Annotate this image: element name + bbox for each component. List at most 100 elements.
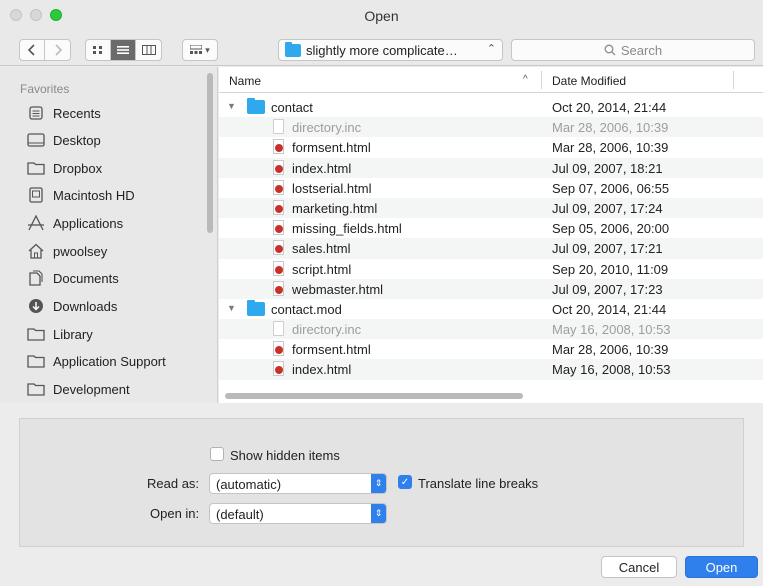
disclosure-open-icon[interactable]: ▼ (227, 303, 236, 313)
html-file-icon (273, 361, 284, 377)
html-file-icon (273, 159, 284, 175)
desktop-icon (27, 132, 45, 148)
file-row[interactable]: marketing.html Jul 09, 2007, 17:24 (219, 197, 763, 219)
file-row[interactable]: formsent.html Mar 28, 2006, 10:39 (219, 137, 763, 157)
file-name: sales.html (292, 241, 351, 257)
recents-icon (27, 105, 45, 121)
file-row[interactable]: directory.inc May 16, 2008, 10:53 (219, 319, 763, 340)
documents-icon (27, 270, 45, 286)
search-placeholder: Search (620, 42, 663, 58)
file-row[interactable]: directory.inc Mar 28, 2006, 10:39 (219, 117, 763, 138)
open-button[interactable]: Open (685, 556, 758, 578)
list-header: Name ^ Date Modified (219, 67, 763, 93)
grid-icon (93, 46, 102, 54)
file-row[interactable]: lostserial.html Sep 07, 2006, 06:55 (219, 178, 763, 198)
file-row[interactable]: sales.html Jul 09, 2007, 17:21 (219, 238, 763, 259)
sidebar-item-pwoolsey[interactable]: pwoolsey (27, 239, 107, 263)
open-in-select[interactable]: (default) ⇕ (209, 503, 387, 524)
search-field[interactable]: Search (511, 39, 755, 61)
icon-view-button[interactable] (86, 40, 111, 60)
column-divider[interactable] (541, 71, 542, 89)
view-mode-control (85, 39, 162, 61)
folder-icon (27, 326, 45, 342)
sidebar-item-dropbox[interactable]: Dropbox (27, 156, 102, 180)
file-name: formsent.html (292, 342, 371, 358)
sidebar-item-application-support[interactable]: Application Support (27, 349, 166, 373)
horizontal-scrollbar[interactable] (225, 393, 523, 399)
sidebar-item-applications[interactable]: Applications (27, 211, 123, 235)
column-view-button[interactable] (136, 40, 161, 60)
sidebar-item-label: Downloads (53, 298, 118, 314)
folder-icon (27, 353, 45, 369)
file-row[interactable]: formsent.html Mar 28, 2006, 10:39 (219, 339, 763, 359)
downloads-icon (27, 298, 45, 314)
sidebar-item-development[interactable]: Development (27, 377, 130, 401)
file-name: lostserial.html (292, 180, 372, 196)
updown-chevron-icon: ⌃ (486, 43, 496, 55)
file-row[interactable]: script.html Sep 20, 2010, 11:09 (219, 259, 763, 279)
toolbar: ▾ slightly more complicate… ⌃ Search (0, 34, 763, 66)
folder-row-contact[interactable]: ▼ contact Oct 20, 2014, 21:44 (219, 97, 763, 117)
name-column-header[interactable]: Name (229, 74, 261, 88)
html-file-icon (273, 199, 284, 215)
location-popup[interactable]: slightly more complicate… ⌃ (278, 39, 503, 61)
file-name: directory.inc (292, 120, 362, 136)
file-name: formsent.html (292, 140, 371, 156)
chevron-right-icon (54, 44, 62, 56)
read-as-select[interactable]: (automatic) ⇕ (209, 473, 387, 494)
folder-icon (247, 98, 265, 114)
column-divider[interactable] (733, 71, 734, 89)
folder-row-contact-mod[interactable]: ▼ contact.mod Oct 20, 2014, 21:44 (219, 299, 763, 319)
sidebar-item-documents[interactable]: Documents (27, 266, 119, 290)
sidebar-scrollbar[interactable] (207, 73, 213, 233)
document-icon (273, 119, 284, 135)
file-date: May 16, 2008, 10:53 (552, 322, 671, 338)
file-name: index.html (292, 362, 352, 378)
file-date: Sep 05, 2006, 20:00 (552, 221, 670, 237)
sidebar-item-recents[interactable]: Recents (27, 101, 101, 125)
date-column-header[interactable]: Date Modified (552, 74, 626, 88)
html-file-icon (273, 240, 284, 256)
file-list: Name ^ Date Modified ▼ contact Oct 20, 2… (219, 67, 763, 403)
folder-icon (27, 381, 45, 397)
file-rows: ▼ contact Oct 20, 2014, 21:44 directory.… (219, 97, 763, 380)
file-row[interactable]: webmaster.html Jul 09, 2007, 17:23 (219, 278, 763, 299)
sidebar-item-label: Macintosh HD (53, 187, 135, 203)
sidebar-item-macintosh-hd[interactable]: Macintosh HD (27, 183, 135, 207)
sidebar-item-label: Applications (53, 215, 124, 231)
show-hidden-checkbox[interactable] (210, 447, 224, 461)
sidebar-item-label: Development (53, 381, 130, 397)
sidebar-item-label: Documents (53, 270, 119, 286)
gallery-icon (190, 45, 203, 54)
open-in-label: Open in: (150, 506, 200, 521)
file-row[interactable]: index.html May 16, 2008, 10:53 (219, 359, 763, 380)
file-date: Sep 07, 2006, 06:55 (552, 180, 670, 196)
favorites-heading: Favorites (20, 82, 70, 96)
sidebar-item-library[interactable]: Library (27, 322, 93, 346)
title-bar: Open (0, 0, 763, 34)
forward-button[interactable] (45, 40, 70, 60)
sidebar-item-desktop[interactable]: Desktop (27, 128, 101, 152)
updown-chevron-icon: ⇕ (371, 474, 386, 493)
applications-icon (27, 215, 45, 231)
sidebar-item-downloads[interactable]: Downloads (27, 294, 117, 318)
disclosure-open-icon[interactable]: ▼ (227, 101, 236, 111)
file-row[interactable]: index.html Jul 09, 2007, 18:21 (219, 157, 763, 178)
sidebar-item-label: Application Support (53, 353, 166, 369)
file-name: contact.mod (271, 301, 342, 317)
html-file-icon (273, 341, 284, 357)
chevron-left-icon (28, 44, 35, 56)
sidebar-item-label: Recents (53, 105, 101, 121)
html-file-icon (273, 139, 284, 155)
back-button[interactable] (20, 40, 45, 60)
folder-icon (247, 299, 265, 316)
show-hidden-label: Show hidden items (230, 448, 340, 463)
list-view-button[interactable] (111, 40, 136, 60)
file-date: Jul 09, 2007, 17:23 (552, 281, 663, 297)
group-menu-button[interactable]: ▾ (182, 39, 218, 61)
cancel-button[interactable]: Cancel (601, 556, 677, 578)
file-row[interactable]: missing_fields.html Sep 05, 2006, 20:00 (219, 218, 763, 238)
translate-line-breaks-checkbox[interactable]: ✓ (398, 475, 412, 489)
translate-line-breaks-label: Translate line breaks (418, 476, 539, 491)
sidebar-item-label: Library (53, 326, 93, 342)
